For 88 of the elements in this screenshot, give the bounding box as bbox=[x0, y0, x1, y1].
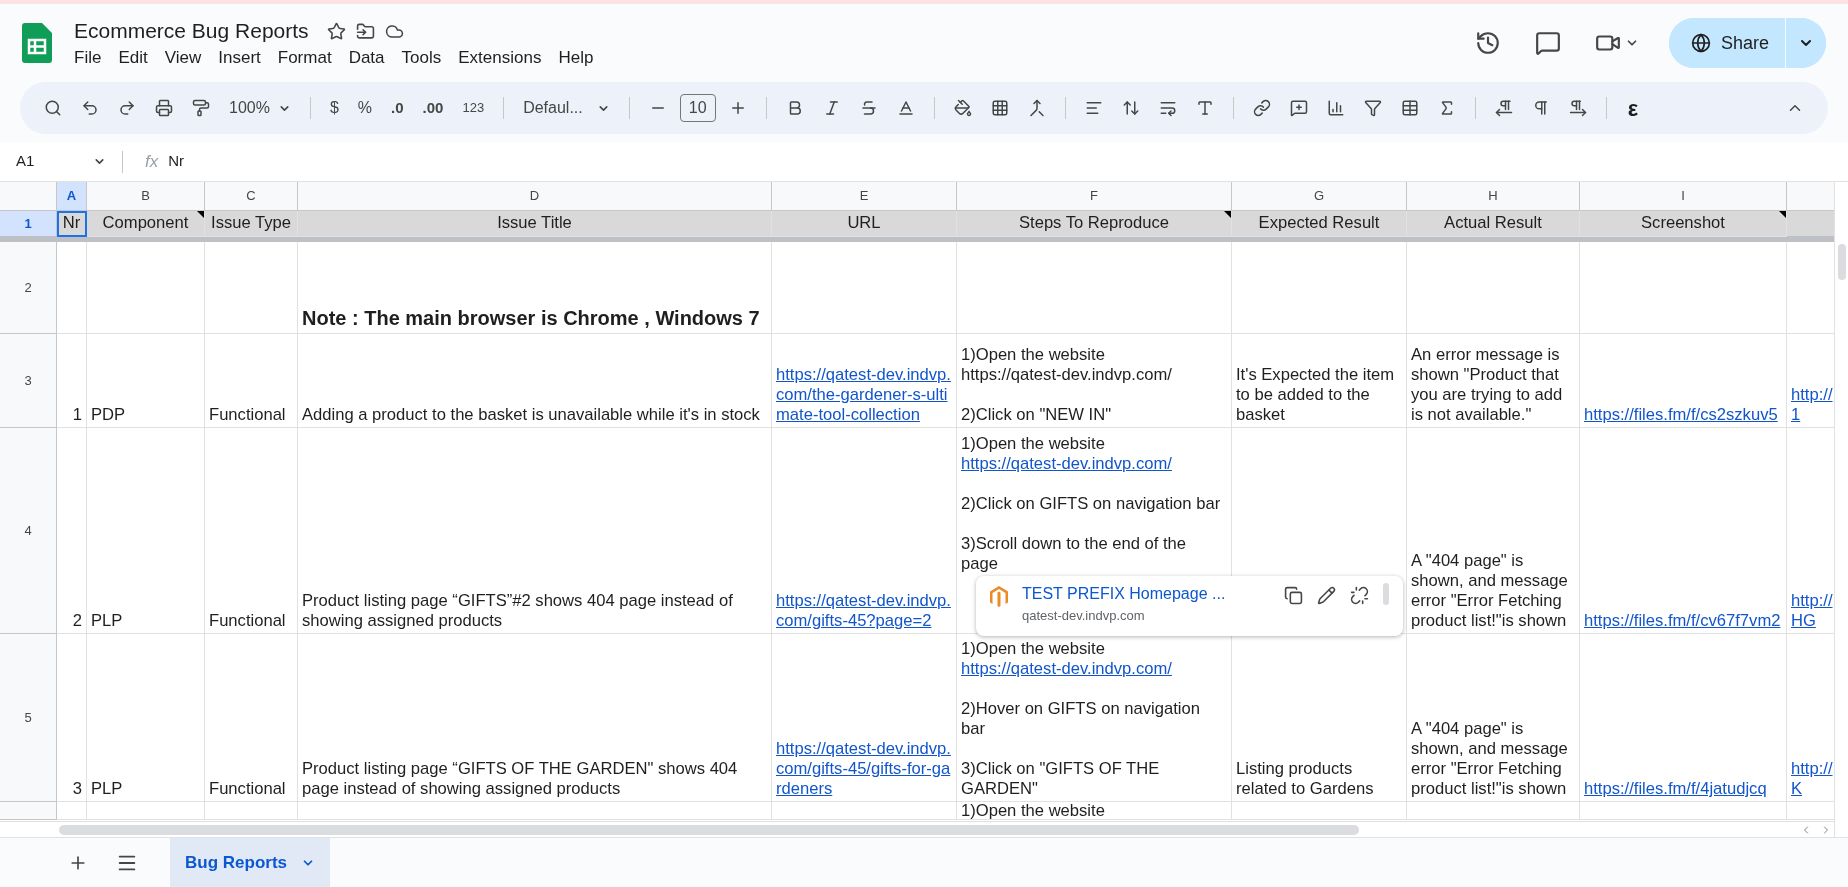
spreadsheet-logo-icon[interactable] bbox=[22, 23, 52, 63]
component-cell: PDP bbox=[87, 334, 205, 428]
step-text: 3)Scroll down to the end of the page bbox=[961, 534, 1188, 574]
column-title: Steps To Reproduce bbox=[1018, 212, 1170, 234]
function-symbol: fx bbox=[145, 150, 159, 173]
menu-item[interactable]: Edit bbox=[118, 47, 148, 69]
name-box[interactable]: A1 bbox=[0, 150, 122, 173]
globe-icon bbox=[1690, 33, 1711, 53]
issue-title-cell: Adding a product to the basket is unavailable while it's in stock bbox=[298, 334, 772, 428]
sheet-tab[interactable]: Bug Reports bbox=[170, 838, 330, 887]
url-link[interactable]: https://qatest-dev.indvp.com/gifts-45?page=2 bbox=[772, 428, 957, 634]
font-dropdown[interactable]: Defaul... bbox=[517, 96, 616, 120]
component-cell: PLP bbox=[87, 634, 205, 802]
font-size-field[interactable]: 10 bbox=[679, 94, 716, 122]
percent-format-button[interactable]: % bbox=[351, 96, 379, 120]
vertical-scrollbar[interactable] bbox=[1837, 244, 1846, 280]
url-link[interactable]: https://qatest-dev.indvp.com/the-gardener-s-ultimate-tool-collection bbox=[772, 334, 957, 428]
actual-result-cell: A "404 page" is shown, and message error "Error Fetching product list!"is shown bbox=[1407, 634, 1580, 802]
column-title: Issue Type bbox=[211, 212, 291, 234]
number-cell: 1 bbox=[57, 334, 87, 428]
expected-result-cell: It's Expected the item to be added to the basket bbox=[1232, 334, 1407, 428]
step-text: 1)Open the website bbox=[961, 639, 1105, 659]
menu-item[interactable]: Extensions bbox=[458, 47, 542, 69]
menu-item[interactable]: Format bbox=[277, 47, 332, 69]
issue-type-cell: Functional bbox=[205, 334, 298, 428]
popup-scrollbar[interactable] bbox=[1383, 583, 1389, 605]
decrease-decimal-button[interactable]: .0 bbox=[385, 96, 410, 120]
menu-item[interactable]: View bbox=[164, 47, 202, 69]
browser-note: Note : The main browser is Chrome , Windows 7 bbox=[298, 242, 772, 334]
number-cell: 3 bbox=[57, 634, 87, 802]
menu-item[interactable]: Tools bbox=[401, 47, 442, 69]
menu-item[interactable]: Insert bbox=[218, 47, 261, 69]
issue-title-cell: Product listing page “GIFTS OF THE GARDEN" shows 404 page instead of showing assigned products bbox=[298, 634, 772, 802]
column-title: Actual Result bbox=[1444, 212, 1542, 234]
menu-item[interactable]: Data bbox=[348, 47, 385, 69]
issue-title-cell: Product listing page “GIFTS”#2 shows 404 page instead of showing assigned products bbox=[298, 428, 772, 634]
increase-decimal-button[interactable]: .00 bbox=[416, 96, 450, 120]
step-text: 1)Open the website bbox=[961, 802, 1105, 819]
screenshot-link[interactable]: https://files.fm/f/4jatudjcq bbox=[1580, 634, 1787, 802]
component-cell: PLP bbox=[87, 428, 205, 634]
column-header[interactable]: A bbox=[57, 182, 87, 211]
link-title[interactable]: TEST PREFIX Homepage ... bbox=[1022, 583, 1226, 605]
step-text: 1)Open the website bbox=[961, 434, 1105, 454]
more-formats-button[interactable]: 123 bbox=[456, 98, 491, 118]
column-title: Issue Title bbox=[497, 212, 572, 234]
copy-icon[interactable] bbox=[1284, 586, 1303, 605]
formula-input[interactable]: Nr bbox=[168, 150, 185, 173]
menu-item[interactable]: Help bbox=[558, 47, 594, 69]
column-title: Nr bbox=[62, 212, 81, 234]
step-link[interactable]: https://qatest-dev.indvp.com/ bbox=[961, 454, 1172, 474]
currency-format-button[interactable]: $ bbox=[323, 96, 345, 120]
row-header[interactable]: 2 bbox=[0, 242, 57, 334]
menu-item[interactable]: File bbox=[74, 47, 102, 69]
row-header[interactable]: 4 bbox=[0, 428, 57, 634]
row-header[interactable]: 1 bbox=[0, 211, 57, 237]
zoom-dropdown[interactable]: 100% bbox=[223, 96, 297, 120]
step-text: 2)Click on "NEW IN" bbox=[961, 405, 1112, 425]
issue-type-cell: Functional bbox=[205, 428, 298, 634]
equation-button[interactable]: ε bbox=[1619, 91, 1647, 125]
link-url: qatest-dev.indvp.com bbox=[1022, 607, 1146, 624]
comment-icon[interactable] bbox=[1534, 30, 1561, 56]
site-logo-icon bbox=[990, 586, 1008, 608]
edit-icon[interactable] bbox=[1317, 586, 1336, 605]
step-link[interactable]: https://qatest-dev.indvp.com/ bbox=[961, 659, 1172, 679]
issue-type-cell: Functional bbox=[205, 634, 298, 802]
column-title: URL bbox=[847, 212, 881, 234]
screenshot-link[interactable]: https://files.fm/f/cv67f7vm2 bbox=[1580, 428, 1787, 634]
row-header[interactable]: 5 bbox=[0, 634, 57, 802]
column-title: Expected Result bbox=[1258, 212, 1380, 234]
step-text: https://qatest-dev.indvp.com/ bbox=[961, 365, 1172, 385]
column-title: Screenshot bbox=[1641, 212, 1725, 234]
row-header[interactable]: 3 bbox=[0, 334, 57, 428]
step-text: 2)Click on GIFTS on navigation bar bbox=[961, 494, 1221, 514]
step-text: 2)Hover on GIFTS on navigation bar bbox=[961, 699, 1201, 739]
step-text: 3)Click on "GIFTS OF THE GARDEN" bbox=[961, 759, 1161, 799]
column-title: Component bbox=[102, 212, 189, 234]
history-icon[interactable] bbox=[1474, 30, 1501, 56]
document-title[interactable]: Ecommerce Bug Reports bbox=[74, 17, 309, 45]
screenshot-link[interactable]: https://files.fm/f/cs2szkuv5 bbox=[1580, 334, 1787, 428]
step-text: 1)Open the website bbox=[961, 345, 1105, 365]
horizontal-scrollbar[interactable] bbox=[59, 824, 1359, 835]
star-icon[interactable] bbox=[326, 21, 346, 41]
number-cell: 2 bbox=[57, 428, 87, 634]
actual-result-cell: An error message is shown "Product that you are trying to add is not available." bbox=[1407, 334, 1580, 428]
unlink-icon[interactable] bbox=[1350, 586, 1369, 605]
actual-result-cell: A "404 page" is shown, and message error "Error Fetching product list!"is shown bbox=[1407, 428, 1580, 634]
move-folder-icon[interactable] bbox=[355, 21, 375, 41]
url-link[interactable]: https://qatest-dev.indvp.com/gifts-45/gifts-for-gardeners bbox=[772, 634, 957, 802]
